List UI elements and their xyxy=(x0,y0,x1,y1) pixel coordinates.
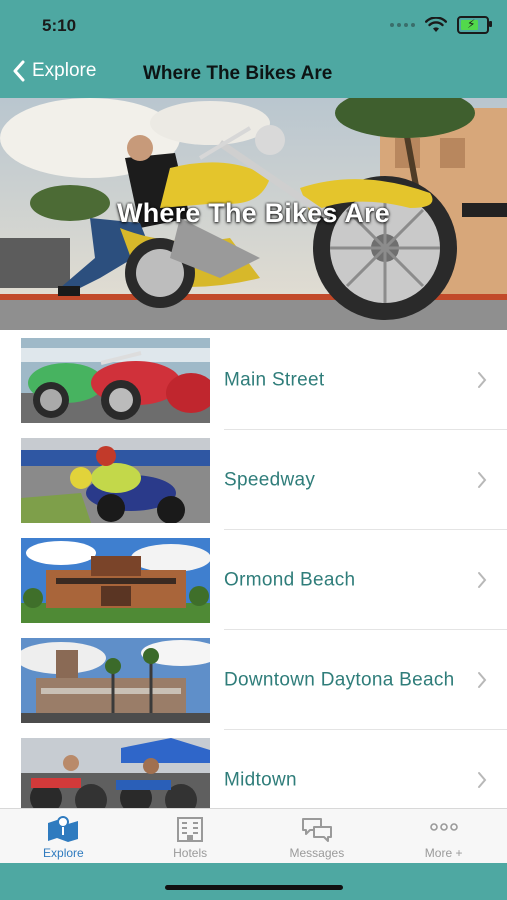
tab-hotels[interactable]: Hotels xyxy=(127,809,254,864)
map-icon xyxy=(48,816,79,842)
list-item-label: Downtown Daytona Beach xyxy=(224,669,455,691)
list-item-speedway[interactable]: Speedway xyxy=(0,430,507,530)
chevron-left-icon xyxy=(13,60,25,82)
back-label: Explore xyxy=(32,60,97,81)
home-indicator xyxy=(165,885,343,890)
list-item-label: Midtown xyxy=(224,769,297,791)
ormond-beach-thumbnail xyxy=(21,538,210,623)
wifi-icon xyxy=(425,17,447,32)
top-bar: 5:10 ⚡ Explore Where The Bikes Are xyxy=(0,0,507,98)
list-item-label: Main Street xyxy=(224,369,325,391)
tab-label: More + xyxy=(424,846,463,860)
status-time: 5:10 xyxy=(42,16,77,35)
speedway-thumbnail xyxy=(21,438,210,523)
hero-banner: Where The Bikes Are xyxy=(0,98,507,330)
list-item-label: Ormond Beach xyxy=(224,569,356,591)
hero-title: Where The Bikes Are xyxy=(117,198,390,228)
tab-label: Explore xyxy=(43,846,84,860)
list-item-ormond-beach[interactable]: Ormond Beach xyxy=(0,530,507,630)
location-list: Main Street Speedway Ormond Beach Downto… xyxy=(0,330,507,830)
hotel-icon xyxy=(177,817,204,842)
page-title: Where The Bikes Are xyxy=(143,63,333,84)
tab-label: Hotels xyxy=(173,846,208,860)
list-item-label: Speedway xyxy=(224,469,316,491)
list-item-downtown-daytona-beach[interactable]: Downtown Daytona Beach xyxy=(0,630,507,730)
status-icons: ⚡ xyxy=(390,16,492,34)
back-button[interactable]: Explore xyxy=(12,60,96,82)
chevron-right-icon xyxy=(478,372,487,388)
battery-icon: ⚡ xyxy=(457,16,492,34)
tab-label: Messages xyxy=(289,846,345,860)
main-street-thumbnail xyxy=(21,338,210,423)
bottom-strip xyxy=(0,863,507,900)
tab-messages[interactable]: Messages xyxy=(254,809,381,864)
chevron-right-icon xyxy=(478,572,487,588)
chevron-right-icon xyxy=(478,772,487,788)
messages-icon xyxy=(301,818,332,842)
more-icon xyxy=(429,823,458,831)
tab-explore[interactable]: Explore xyxy=(0,809,127,864)
chevron-right-icon xyxy=(478,672,487,688)
chevron-right-icon xyxy=(478,472,487,488)
cellular-signal-icon xyxy=(390,23,415,27)
tab-more[interactable]: More + xyxy=(380,809,507,864)
list-item-main-street[interactable]: Main Street xyxy=(0,330,507,430)
downtown-daytona-thumbnail xyxy=(21,638,210,723)
tab-bar: Explore Hotels Messages More + xyxy=(0,808,507,864)
